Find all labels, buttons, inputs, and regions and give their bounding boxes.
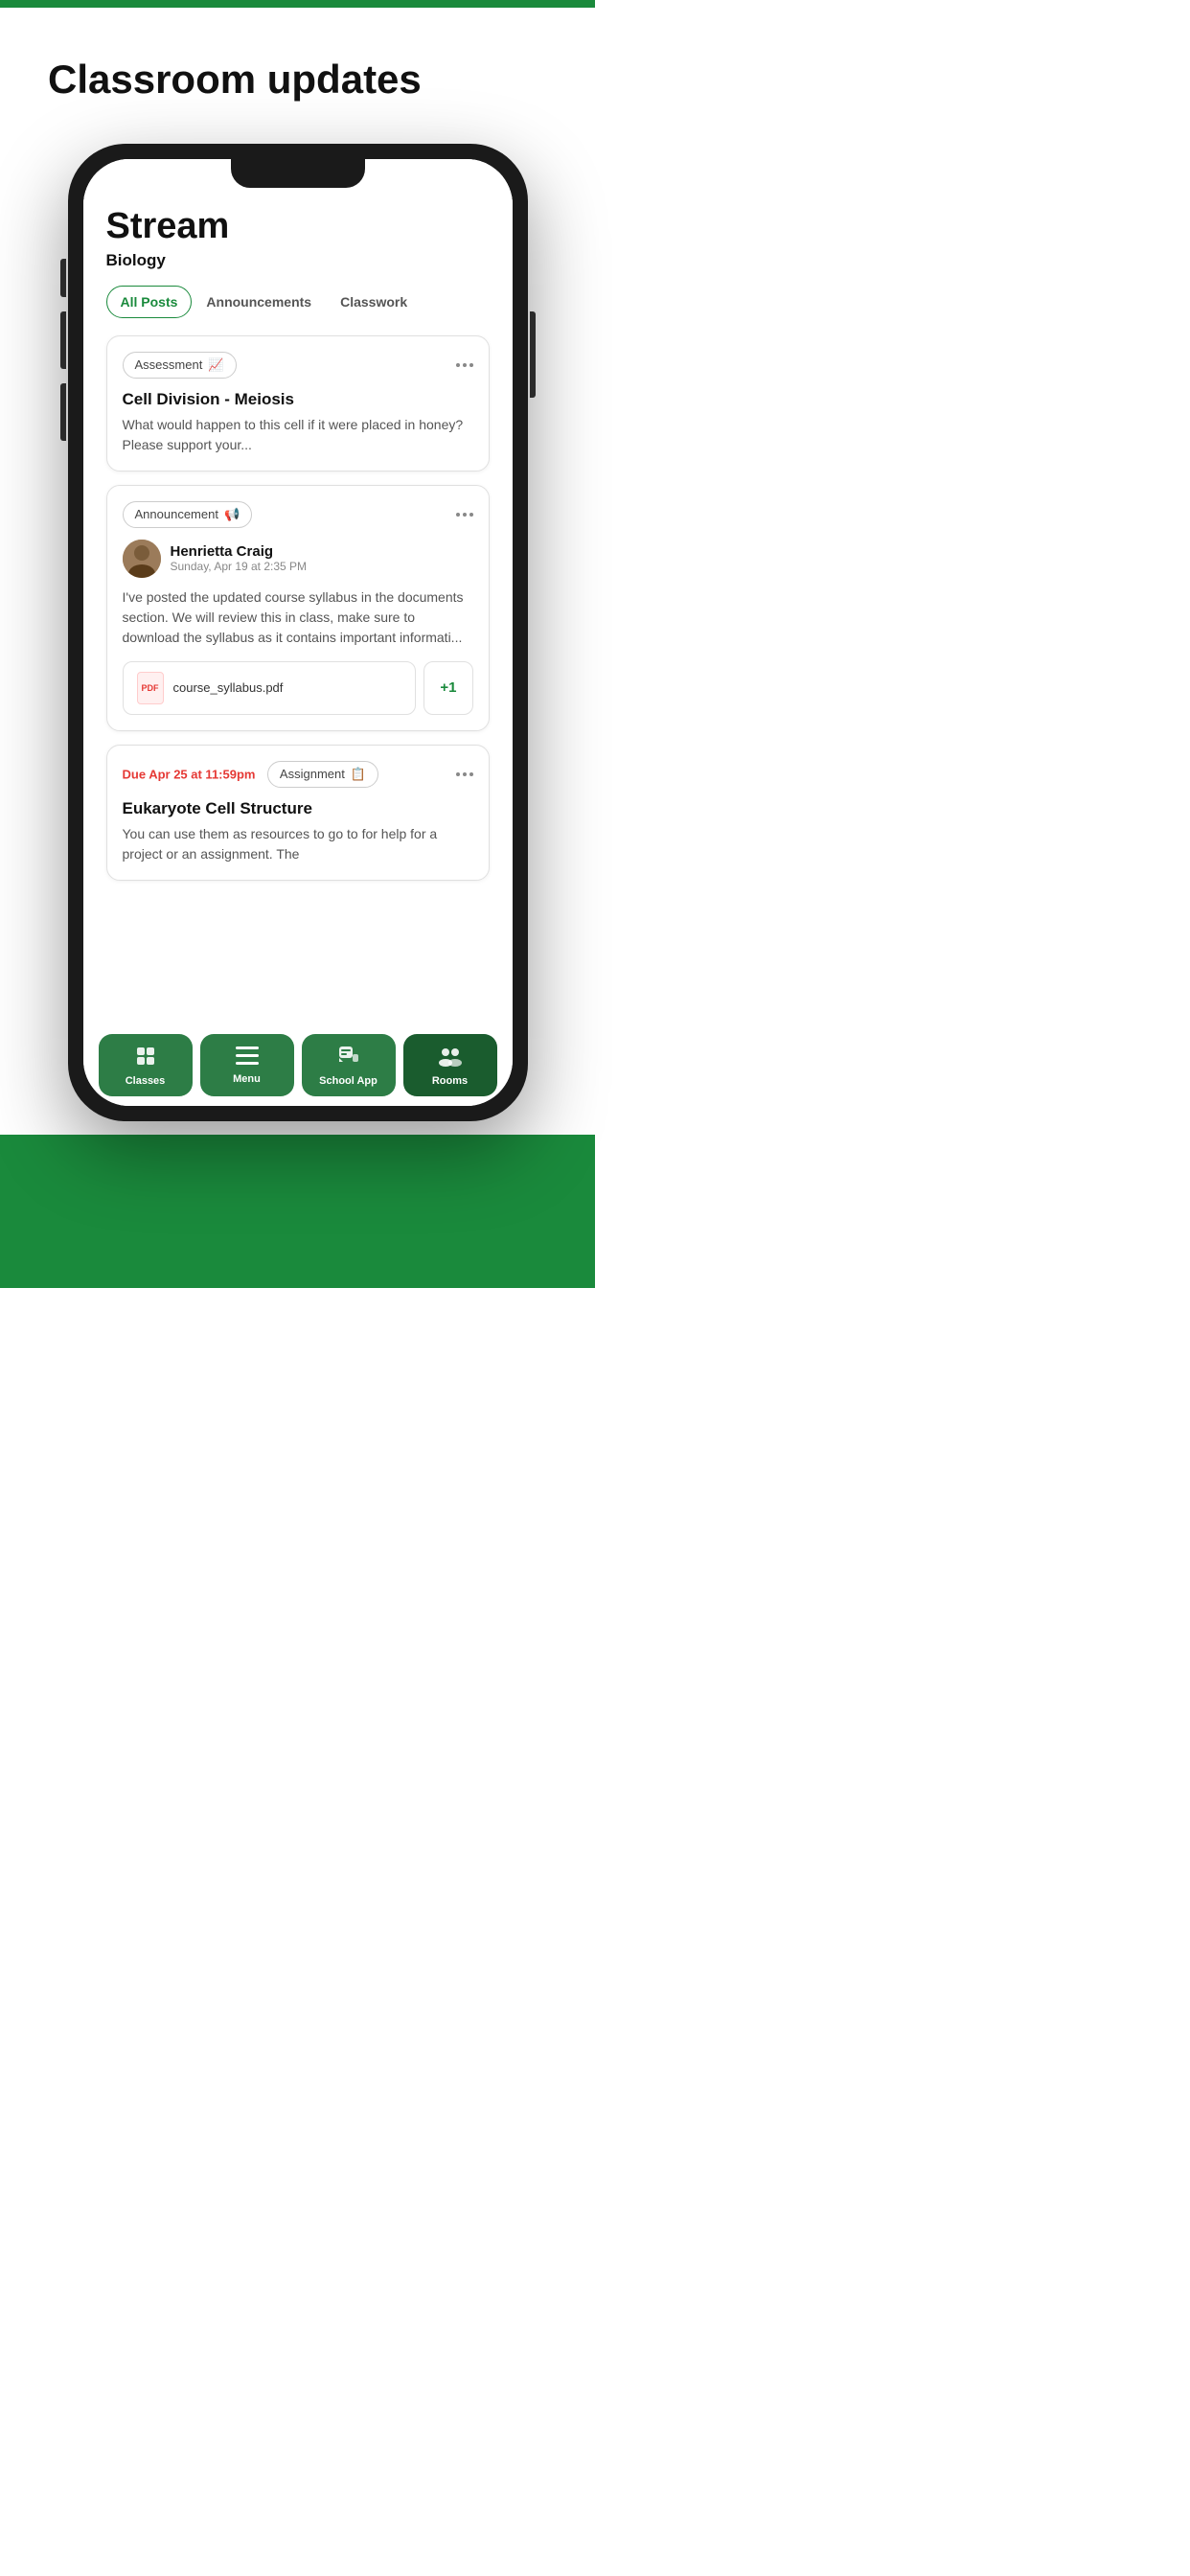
more-dot-7: [456, 772, 460, 776]
tab-announcements[interactable]: Announcements: [192, 286, 326, 318]
nav-label-school-app: School App: [319, 1075, 378, 1087]
nav-item-classes[interactable]: Classes: [99, 1034, 193, 1096]
card-assignment-header: Due Apr 25 at 11:59pm Assignment 📋: [123, 761, 473, 788]
author-name: Henrietta Craig: [171, 543, 308, 560]
top-bar: [0, 0, 595, 8]
assignment-header-left: Due Apr 25 at 11:59pm Assignment 📋: [123, 761, 379, 788]
author-info: Henrietta Craig Sunday, Apr 19 at 2:35 P…: [171, 543, 308, 573]
menu-icon: [236, 1046, 259, 1070]
author-date: Sunday, Apr 19 at 2:35 PM: [171, 560, 308, 573]
announcement-more-btn[interactable]: [456, 513, 473, 517]
rooms-icon: [438, 1045, 463, 1071]
phone-mockup: Stream Biology All Posts Announcements C…: [68, 144, 528, 1121]
scroll-fade-overlay: [83, 962, 513, 1020]
school-app-icon: [337, 1045, 360, 1071]
attachment-plus[interactable]: +1: [423, 661, 472, 715]
phone-btn-power: [530, 311, 536, 398]
phone-notch: [231, 159, 365, 188]
nav-label-menu: Menu: [233, 1073, 261, 1085]
assignment-more-btn[interactable]: [456, 772, 473, 776]
bottom-nav: Classes Menu: [83, 1020, 513, 1106]
assignment-icon: 📋: [351, 767, 366, 782]
nav-label-rooms: Rooms: [432, 1075, 468, 1087]
avatar-inner: [123, 540, 161, 578]
card-announcement-header: Announcement 📢: [123, 501, 473, 528]
assignment-card-body: You can use them as resources to go to f…: [123, 824, 473, 864]
tabs-row: All Posts Announcements Classwork: [106, 286, 490, 318]
avatar: [123, 540, 161, 578]
app-content: Stream Biology All Posts Announcements C…: [83, 207, 513, 881]
author-row: Henrietta Craig Sunday, Apr 19 at 2:35 P…: [123, 540, 473, 578]
assessment-badge: Assessment 📈: [123, 352, 237, 379]
attachment-filename: course_syllabus.pdf: [173, 680, 284, 695]
more-dot-5: [463, 513, 467, 517]
nav-label-classes: Classes: [126, 1075, 166, 1087]
assessment-icon: 📈: [208, 357, 223, 373]
nav-item-school-app[interactable]: School App: [302, 1034, 396, 1096]
attachment-pdf[interactable]: PDF course_syllabus.pdf: [123, 661, 417, 715]
card-assessment-header: Assessment 📈: [123, 352, 473, 379]
tab-all-posts[interactable]: All Posts: [106, 286, 193, 318]
assignment-badge: Assignment 📋: [267, 761, 378, 788]
phone-outer: Stream Biology All Posts Announcements C…: [68, 144, 528, 1121]
assessment-card-body: What would happen to this cell if it wer…: [123, 415, 473, 455]
phone-screen: Stream Biology All Posts Announcements C…: [83, 159, 513, 1106]
phone-btn-vol-up: [60, 311, 66, 369]
page-title: Classroom updates: [48, 58, 422, 102]
attachment-row: PDF course_syllabus.pdf +1: [123, 661, 473, 715]
more-dot-2: [463, 363, 467, 367]
subject-title: Biology: [106, 251, 490, 270]
more-dot-6: [469, 513, 473, 517]
pdf-icon: PDF: [137, 672, 164, 704]
assessment-card-title: Cell Division - Meiosis: [123, 390, 473, 409]
stream-title: Stream: [106, 207, 490, 247]
announcement-badge: Announcement 📢: [123, 501, 253, 528]
nav-item-rooms[interactable]: Rooms: [403, 1034, 497, 1096]
announcement-card-body: I've posted the updated course syllabus …: [123, 587, 473, 648]
more-dot-1: [456, 363, 460, 367]
card-assignment[interactable]: Due Apr 25 at 11:59pm Assignment 📋: [106, 745, 490, 881]
card-announcement[interactable]: Announcement 📢: [106, 485, 490, 731]
nav-item-menu[interactable]: Menu: [200, 1034, 294, 1096]
screen-inner: Stream Biology All Posts Announcements C…: [83, 159, 513, 1106]
more-dot-4: [456, 513, 460, 517]
announcement-icon: 📢: [224, 507, 240, 522]
phone-btn-silent: [60, 259, 66, 297]
card-assessment[interactable]: Assessment 📈 Cell Division - Meiosis Wha…: [106, 335, 490, 472]
phone-btn-vol-down: [60, 383, 66, 441]
more-dot-9: [469, 772, 473, 776]
tab-classwork[interactable]: Classwork: [326, 286, 422, 318]
more-dot-8: [463, 772, 467, 776]
assignment-card-title: Eukaryote Cell Structure: [123, 799, 473, 818]
bottom-green-bg: [0, 1135, 595, 1288]
more-dot-3: [469, 363, 473, 367]
classes-icon: [134, 1045, 157, 1071]
due-badge: Due Apr 25 at 11:59pm: [123, 767, 256, 781]
assessment-more-btn[interactable]: [456, 363, 473, 367]
